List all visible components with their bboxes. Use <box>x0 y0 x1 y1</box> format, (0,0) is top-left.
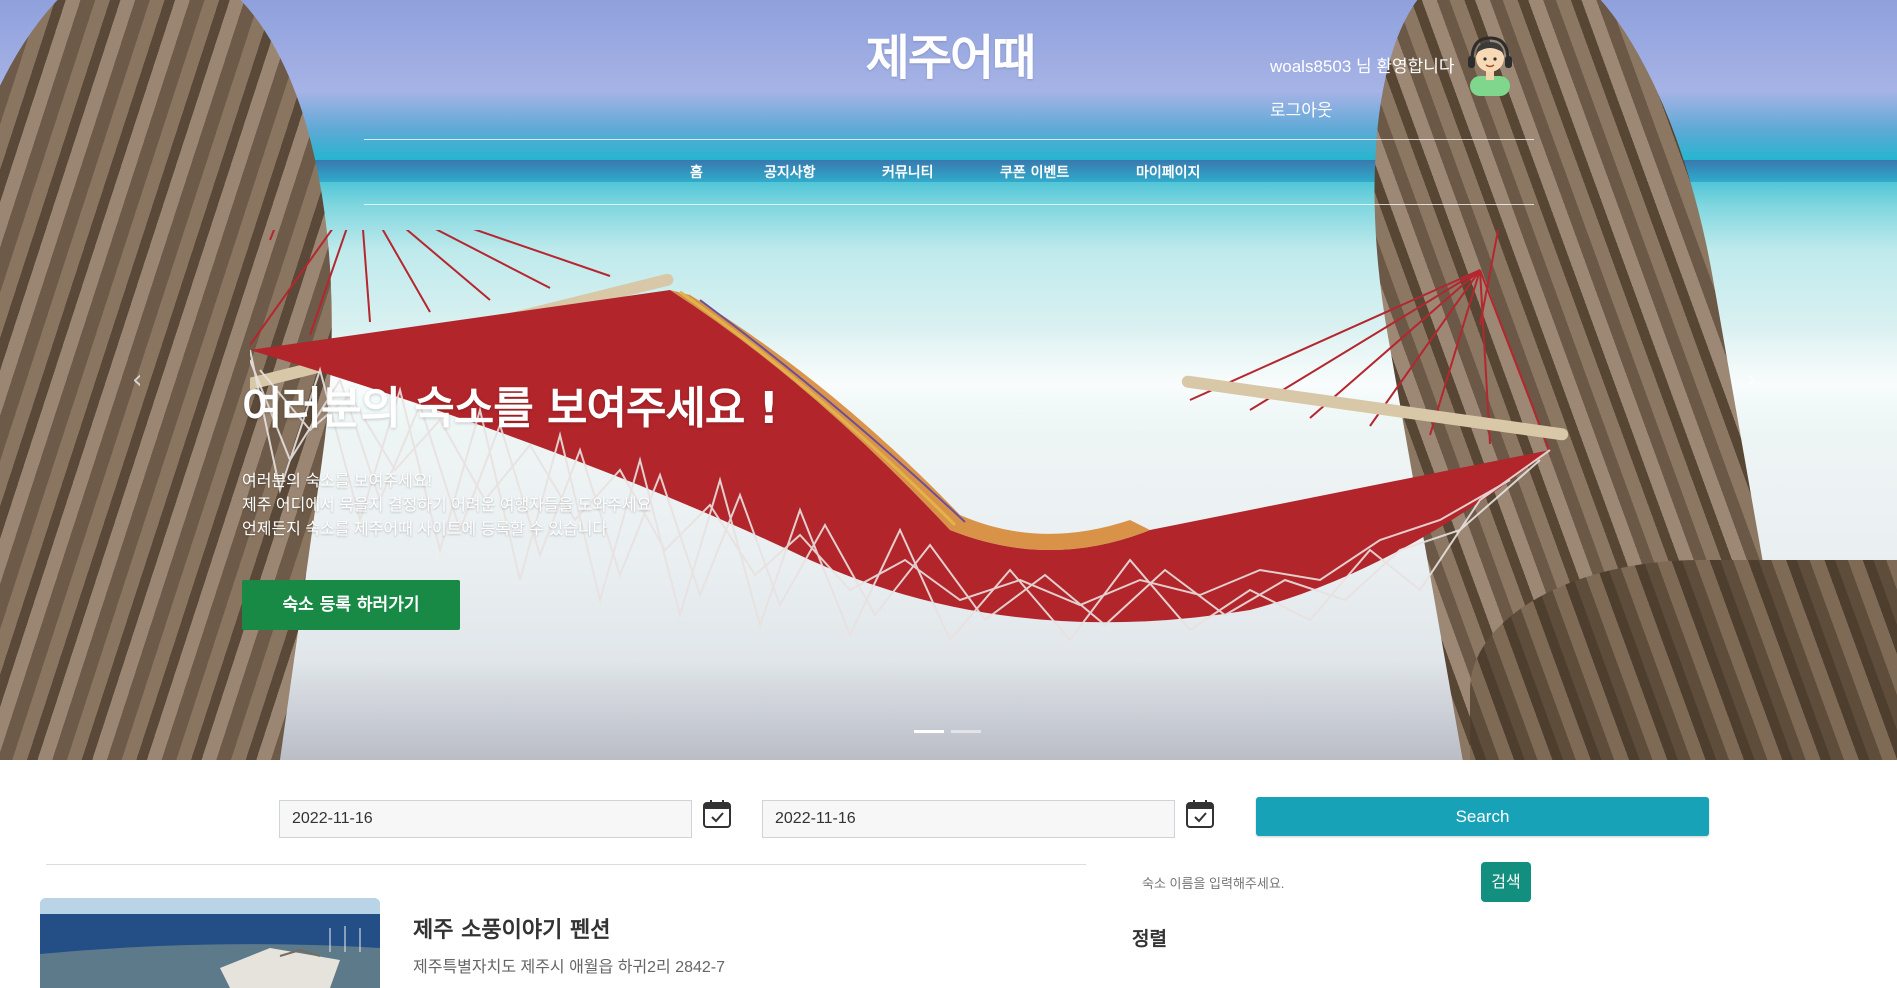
nav-bottom-border <box>364 204 1534 205</box>
user-avatar-icon[interactable] <box>1462 34 1518 96</box>
nav-item-home[interactable]: 홈 <box>690 162 703 182</box>
hero-desc-line: 여러분의 숙소를 보여주세요! <box>242 473 432 490</box>
carousel-prev-icon[interactable]: ‹ <box>132 367 152 393</box>
list-divider <box>46 864 1086 865</box>
sort-label: 정렬 <box>1132 928 1167 950</box>
lodging-name[interactable]: 제주 소풍이야기 펜션 <box>413 912 610 944</box>
carousel-indicator-active[interactable] <box>914 730 944 733</box>
calendar-check-icon[interactable] <box>1184 798 1216 830</box>
calendar-check-icon[interactable] <box>701 798 733 830</box>
main-nav: 홈 공지사항 커뮤니티 쿠폰 이벤트 마이페이지 <box>364 140 1534 206</box>
welcome-text: woals8503 님 환영합니다 <box>1270 57 1455 76</box>
hero-description: 여러분의 숙소를 보여주세요! 제주 어디에서 묵을지 결정하기 어려운 여행자… <box>242 470 651 542</box>
lodging-photo <box>40 898 380 988</box>
nav-item-coupon-event[interactable]: 쿠폰 이벤트 <box>1000 162 1069 182</box>
name-search-button[interactable]: 검색 <box>1481 862 1531 902</box>
nav-item-community[interactable]: 커뮤니티 <box>882 162 934 182</box>
lodging-thumbnail[interactable] <box>40 898 380 988</box>
carousel-indicator[interactable] <box>951 730 981 733</box>
hero-overlay: 제주어때 woals8503 님 환영합니다 로그아웃 홈 공지사항 커뮤니티 … <box>0 0 1897 760</box>
register-lodging-button[interactable]: 숙소 등록 하러가기 <box>242 580 460 630</box>
lodging-name-search-input[interactable] <box>1130 868 1470 900</box>
hero-desc-line: 언제든지 숙소를 제주어때 사이트에 등록할 수 있습니다 <box>242 521 608 538</box>
lodging-address: 제주특별자치도 제주시 애월읍 하귀2리 2842-7 <box>413 959 726 976</box>
logout-link[interactable]: 로그아웃 <box>1270 96 1333 121</box>
hero-desc-line: 제주 어디에서 묵을지 결정하기 어려운 여행자들을 도와주세요 <box>242 497 652 514</box>
hero-banner: 제주어때 woals8503 님 환영합니다 로그아웃 홈 공지사항 커뮤니티 … <box>0 0 1897 760</box>
checkin-date-field[interactable]: 2022-11-16 <box>279 800 692 838</box>
nav-item-notice[interactable]: 공지사항 <box>764 162 816 182</box>
search-button[interactable]: Search <box>1256 797 1709 836</box>
hero-title: 여러분의 숙소를 보여주세요 ! <box>242 383 779 434</box>
carousel-next-icon[interactable]: › <box>1746 367 1766 393</box>
checkout-date-field[interactable]: 2022-11-16 <box>762 800 1175 838</box>
nav-item-mypage[interactable]: 마이페이지 <box>1136 162 1200 182</box>
site-logo[interactable]: 제주어때 <box>840 18 1060 86</box>
